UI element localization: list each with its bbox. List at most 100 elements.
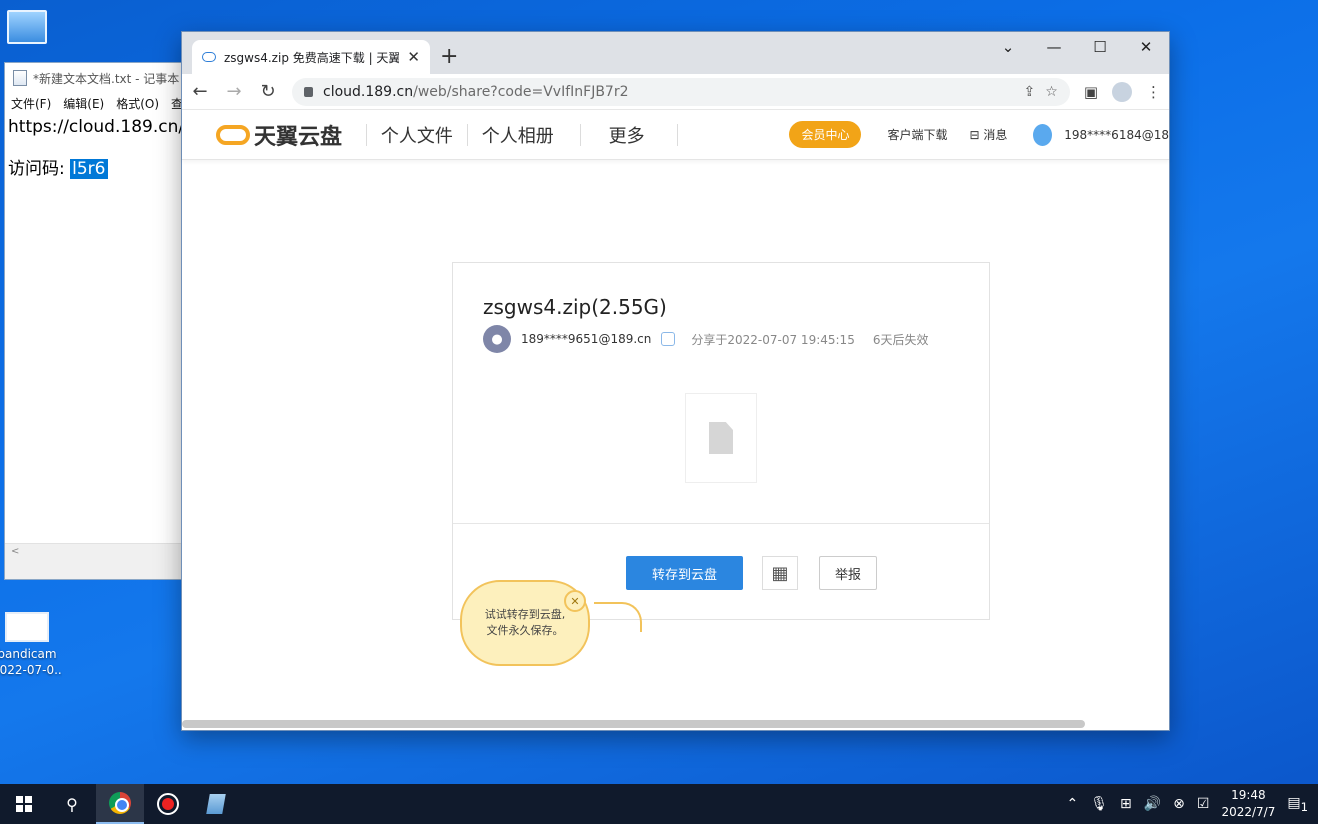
tip-line-2: 文件永久保存。	[486, 624, 564, 637]
cloud-favicon-icon	[202, 52, 216, 62]
chevron-up-icon[interactable]: ⌃	[1066, 796, 1078, 812]
lock-icon[interactable]	[304, 86, 313, 97]
cloud-logo-icon	[216, 124, 250, 145]
record-icon	[157, 793, 179, 815]
vip-center-button[interactable]: 会员中心	[789, 121, 862, 148]
save-to-cloud-button[interactable]: 转存到云盘	[626, 556, 743, 590]
messages-label: 消息	[983, 128, 1008, 142]
nav-divider	[366, 123, 367, 146]
nav-more[interactable]: 更多	[607, 122, 647, 148]
sharer-account: 189****9651@189.cn	[521, 332, 652, 346]
profile-avatar-icon[interactable]	[1112, 81, 1132, 102]
site-header: 天翼云盘 个人文件 个人相册 更多 会员中心 客户端下载 ⊟ 消息 198***…	[182, 110, 1169, 160]
back-button[interactable]: ←	[190, 81, 210, 102]
client-download-link[interactable]: 客户端下载	[887, 126, 947, 143]
card-divider	[453, 523, 989, 524]
tip-line-1: 试试转存到云盘,	[484, 608, 566, 621]
volume-icon[interactable]: 🔊	[1144, 796, 1161, 812]
notepad-icon	[13, 70, 27, 86]
side-panel-icon[interactable]: ▣	[1084, 83, 1098, 101]
new-tab-button[interactable]: +	[440, 44, 458, 69]
menu-edit[interactable]: 编辑(E)	[63, 95, 104, 112]
notification-icon[interactable]: ▤1	[1287, 795, 1308, 814]
menu-kebab-icon[interactable]: ⋮	[1146, 83, 1161, 101]
forward-button[interactable]: →	[224, 81, 244, 102]
url-path: /web/share?code=VvIfInFJB7r2	[413, 83, 629, 100]
nav-divider	[579, 123, 581, 146]
notepad-line-url: https://cloud.189.cn/t/	[8, 117, 181, 137]
blocked-icon[interactable]: ⊗	[1173, 796, 1185, 812]
shared-file-name: zsgws4.zip(2.55G)	[483, 295, 667, 319]
checkbox-icon[interactable]: ☑	[1197, 796, 1210, 812]
close-tab-icon[interactable]: ✕	[407, 48, 420, 66]
search-button[interactable]: ⚲	[48, 784, 96, 824]
close-window-button[interactable]: ✕	[1123, 32, 1169, 62]
search-icon: ⚲	[66, 794, 78, 814]
share-card: zsgws4.zip(2.55G) ● 189****9651@189.cn 分…	[452, 262, 990, 620]
notification-count: 1	[1300, 799, 1308, 814]
user-account-name[interactable]: 198****6184@18	[1064, 128, 1169, 142]
share-icon[interactable]: ⇪	[1024, 84, 1036, 100]
notepad-title: *新建文本文档.txt - 记事本	[33, 71, 180, 86]
bandicam-desktop-icon[interactable]: bandicam 2022-07-0...	[0, 612, 62, 678]
network-icon[interactable]: ⊞	[1120, 796, 1132, 812]
share-meta: ● 189****9651@189.cn 分享于2022-07-07 19:45…	[483, 325, 928, 353]
notepad-statusbar	[5, 559, 181, 579]
qr-code-icon: ▦	[771, 562, 789, 584]
clock-time: 19:48	[1231, 788, 1266, 802]
url-host: cloud.189.cn	[323, 83, 414, 100]
share-expiry: 6天后失效	[872, 332, 929, 347]
close-tip-icon[interactable]: ✕	[564, 590, 586, 612]
tip-arrow	[594, 602, 642, 632]
share-time: 分享于2022-07-07 19:45:15	[691, 332, 855, 347]
taskbar-bandicam[interactable]	[144, 784, 192, 824]
sharer-avatar-icon: ●	[483, 325, 511, 353]
maximize-button[interactable]: ☐	[1077, 32, 1123, 62]
this-pc-desktop-icon[interactable]	[0, 10, 62, 44]
desktop-icon-sublabel: 2022-07-0...	[0, 663, 62, 677]
taskbar-chrome[interactable]	[96, 784, 144, 824]
windows-logo-icon	[16, 796, 32, 812]
taskbar: ⚲ ⌃ 🎙 ⊞ 🔊 ⊗ ☑ 19:48 2022/7/7 ▤1	[0, 784, 1318, 824]
file-preview[interactable]	[685, 393, 757, 483]
access-code-label: 访问码:	[8, 159, 65, 179]
tab-share-page[interactable]: zsgws4.zip 免费高速下载 | 天翼 ✕	[192, 40, 430, 74]
bookmark-star-icon[interactable]: ☆	[1045, 84, 1058, 100]
nav-divider	[676, 123, 678, 146]
address-bar[interactable]: cloud.189.cn/web/share?code=VvIfInFJB7r2…	[292, 77, 1070, 106]
notepad-line-code: 访问码: l5r6	[8, 157, 178, 181]
image-file-icon	[5, 612, 49, 642]
clock-date: 2022/7/7	[1221, 805, 1276, 819]
qr-code-button[interactable]: ▦	[762, 556, 798, 590]
page-hscrollbar[interactable]	[182, 720, 1085, 728]
notepad-menubar: 文件(F) 编辑(E) 格式(O) 查	[5, 93, 181, 113]
tab-title: zsgws4.zip 免费高速下载 | 天翼	[224, 50, 400, 65]
minimize-button[interactable]: —	[1031, 32, 1077, 62]
window-controls: ⌄ — ☐ ✕	[985, 32, 1169, 62]
taskbar-notepad[interactable]	[192, 784, 240, 824]
system-tray: ⌃ 🎙 ⊞ 🔊 ⊗ ☑ 19:48 2022/7/7 ▤1	[1066, 787, 1318, 821]
notepad-hscrollbar[interactable]: <	[5, 543, 181, 559]
menu-view[interactable]: 查	[171, 95, 181, 112]
access-code-selected: l5r6	[70, 159, 108, 179]
logo-text: 天翼云盘	[254, 124, 343, 150]
start-button[interactable]	[0, 784, 48, 824]
tianyi-logo[interactable]: 天翼云盘	[216, 119, 342, 151]
nav-personal-files[interactable]: 个人文件	[379, 122, 455, 148]
report-button[interactable]: 举报	[819, 556, 877, 590]
notepad-titlebar[interactable]: *新建文本文档.txt - 记事本	[5, 63, 181, 93]
messages-link[interactable]: ⊟ 消息	[969, 126, 1007, 143]
nav-personal-album[interactable]: 个人相册	[480, 122, 556, 148]
notepad-window[interactable]: *新建文本文档.txt - 记事本 文件(F) 编辑(E) 格式(O) 查 ht…	[4, 62, 182, 580]
microphone-icon[interactable]: 🎙	[1090, 796, 1108, 812]
menu-format[interactable]: 格式(O)	[116, 95, 159, 112]
tab-search-icon[interactable]: ⌄	[985, 32, 1031, 62]
chrome-icon	[109, 792, 131, 814]
user-avatar-icon[interactable]	[1033, 123, 1053, 146]
clock[interactable]: 19:48 2022/7/7	[1221, 787, 1275, 821]
notepad-text-area[interactable]: https://cloud.189.cn/t/ 访问码: l5r6	[5, 113, 181, 541]
reload-button[interactable]: ↻	[258, 81, 278, 102]
file-document-icon	[709, 422, 733, 454]
chrome-window[interactable]: zsgws4.zip 免费高速下载 | 天翼 ✕ + ⌄ — ☐ ✕ ← → ↻…	[181, 31, 1170, 731]
menu-file[interactable]: 文件(F)	[11, 95, 51, 112]
